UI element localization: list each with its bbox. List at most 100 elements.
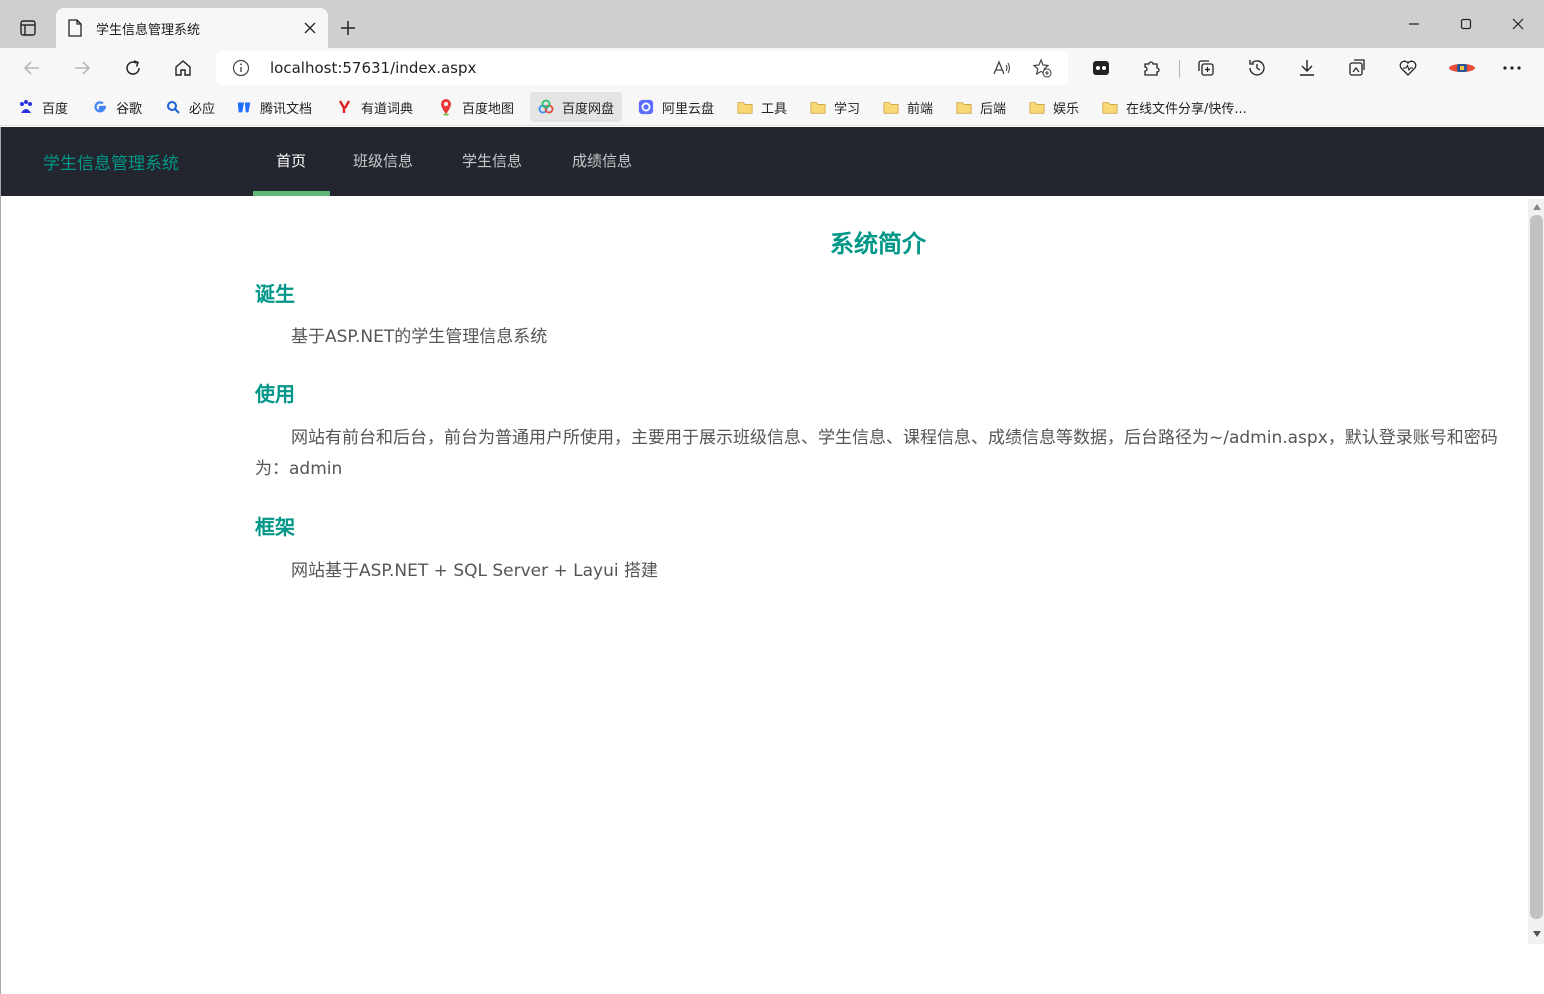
- bookmark-baidu-netdisk[interactable]: 百度网盘: [530, 92, 623, 122]
- site-brand[interactable]: 学生信息管理系统: [43, 149, 179, 174]
- baidu-icon: [18, 99, 34, 115]
- minimize-icon: [1409, 23, 1419, 25]
- history-icon: [1249, 60, 1265, 76]
- tab-actions-button[interactable]: [10, 12, 46, 44]
- extensions-button[interactable]: [1135, 52, 1167, 84]
- triangle-up-icon: [1532, 204, 1541, 210]
- section-heading-framework: 框架: [255, 515, 295, 539]
- nav-home[interactable]: 首页: [276, 150, 306, 171]
- arrow-left-icon: [23, 61, 39, 75]
- folder-icon: [810, 99, 826, 115]
- minimize-button[interactable]: [1388, 8, 1440, 40]
- folder-icon: [737, 99, 753, 115]
- site-navbar: 学生信息管理系统 首页 班级信息 学生信息 成绩信息: [1, 127, 1544, 196]
- heart-pulse-icon: [1399, 60, 1417, 76]
- triangle-down-icon: [1532, 931, 1541, 937]
- tab-strip: 学生信息管理系统: [0, 0, 1544, 48]
- bing-search-icon: [165, 99, 181, 115]
- section-text-usage: 网站有前台和后台，前台为普通用户所使用，主要用于展示班级信息、学生信息、课程信息…: [255, 428, 1498, 479]
- bookmark-baidu-map[interactable]: 百度地图: [438, 92, 514, 122]
- bookmark-bing[interactable]: 必应: [165, 92, 215, 122]
- bookmark-folder-frontend[interactable]: 前端: [883, 92, 933, 122]
- screenshot-icon: [1349, 59, 1365, 76]
- more-menu-button[interactable]: [1496, 52, 1528, 84]
- reload-icon: [126, 60, 140, 75]
- more-icon: [1503, 66, 1521, 70]
- folder-icon: [956, 99, 972, 115]
- new-tab-button[interactable]: [334, 14, 362, 42]
- tab-actions-icon: [20, 20, 36, 36]
- scroll-down-button[interactable]: [1528, 926, 1544, 942]
- puzzle-icon: [1144, 61, 1160, 76]
- arrow-right-icon: [75, 61, 91, 75]
- folder-icon: [1029, 99, 1045, 115]
- tencent-docs-icon: [236, 99, 252, 115]
- address-bar[interactable]: localhost:57631/index.aspx: [216, 51, 1068, 85]
- bookmark-google[interactable]: 谷歌: [92, 92, 142, 122]
- bookmarks-bar: 百度 谷歌 必应 腾讯文档 有道词典 百度地图 百度网盘 阿里云盘 工具 学习 …: [0, 88, 1544, 126]
- performance-button[interactable]: [1392, 52, 1424, 84]
- bookmark-aliyun-drive[interactable]: 阿里云盘: [638, 92, 714, 122]
- folder-icon: [883, 99, 899, 115]
- bookmark-tencent-docs[interactable]: 腾讯文档: [236, 92, 312, 122]
- tab-close-button[interactable]: [300, 18, 320, 38]
- scrollbar-thumb[interactable]: [1530, 215, 1543, 919]
- bookmark-folder-entertainment[interactable]: 娱乐: [1029, 92, 1079, 122]
- google-icon: [92, 99, 108, 115]
- browser-toolbar: localhost:57631/index.aspx: [0, 48, 1544, 88]
- profile-button[interactable]: [1444, 52, 1480, 84]
- browser-tab[interactable]: 学生信息管理系统: [56, 8, 328, 48]
- reload-button[interactable]: [117, 52, 149, 84]
- avatar: [1449, 64, 1475, 72]
- collections-icon: [1198, 60, 1214, 76]
- section-heading-origin: 诞生: [255, 282, 295, 306]
- scroll-up-button[interactable]: [1528, 199, 1544, 215]
- nav-active-indicator: [253, 191, 330, 196]
- history-button[interactable]: [1241, 52, 1273, 84]
- aliyun-drive-icon: [638, 99, 654, 115]
- favorite-add-icon[interactable]: [1030, 56, 1054, 80]
- web-page: 学生信息管理系统 首页 班级信息 学生信息 成绩信息 系统简介 诞生 基于ASP…: [0, 127, 1544, 994]
- section-text-origin: 基于ASP.NET的学生管理信息系统: [291, 327, 548, 347]
- read-aloud-icon[interactable]: [990, 56, 1014, 80]
- folder-icon: [1102, 99, 1118, 115]
- page-title: 系统简介: [830, 230, 926, 258]
- section-text-framework: 网站基于ASP.NET + SQL Server + Layui 搭建: [291, 561, 659, 581]
- back-button[interactable]: [16, 52, 48, 84]
- baidu-netdisk-icon: [538, 99, 554, 115]
- url-text[interactable]: localhost:57631/index.aspx: [270, 59, 476, 77]
- youdao-icon: [337, 99, 353, 115]
- toolbar-divider: [1179, 60, 1180, 78]
- home-button[interactable]: [167, 52, 199, 84]
- maximize-icon: [1460, 18, 1472, 30]
- page-icon: [68, 19, 82, 41]
- bookmark-folder-file-share[interactable]: 在线文件分享/快传...: [1102, 92, 1247, 122]
- extension-app-icon: [1093, 61, 1109, 75]
- home-icon: [175, 60, 191, 76]
- page-scrollbar[interactable]: [1528, 199, 1544, 944]
- bookmark-folder-backend[interactable]: 后端: [956, 92, 1006, 122]
- forward-button[interactable]: [66, 52, 98, 84]
- info-icon[interactable]: [232, 59, 250, 81]
- bookmark-folder-study[interactable]: 学习: [810, 92, 860, 122]
- extension-button[interactable]: [1085, 52, 1117, 84]
- bookmark-folder-tools[interactable]: 工具: [737, 92, 787, 122]
- nav-score-info[interactable]: 成绩信息: [572, 150, 632, 171]
- plus-icon: [341, 21, 355, 35]
- tab-title: 学生信息管理系统: [96, 23, 201, 38]
- bookmark-baidu[interactable]: 百度: [18, 92, 68, 122]
- downloads-button[interactable]: [1291, 52, 1323, 84]
- close-icon: [304, 22, 316, 34]
- section-heading-usage: 使用: [255, 382, 295, 406]
- browser-window: 学生信息管理系统 localhost:57631/index.aspx 百度 谷…: [0, 0, 1544, 994]
- maximize-button[interactable]: [1440, 8, 1492, 40]
- close-icon: [1512, 18, 1524, 30]
- window-close-button[interactable]: [1492, 8, 1544, 40]
- map-pin-icon: [438, 99, 454, 116]
- collections-button[interactable]: [1190, 52, 1222, 84]
- nav-student-info[interactable]: 学生信息: [462, 150, 522, 171]
- download-icon: [1300, 60, 1314, 76]
- nav-class-info[interactable]: 班级信息: [353, 150, 413, 171]
- screenshot-button[interactable]: [1341, 52, 1373, 84]
- bookmark-youdao[interactable]: 有道词典: [337, 92, 413, 122]
